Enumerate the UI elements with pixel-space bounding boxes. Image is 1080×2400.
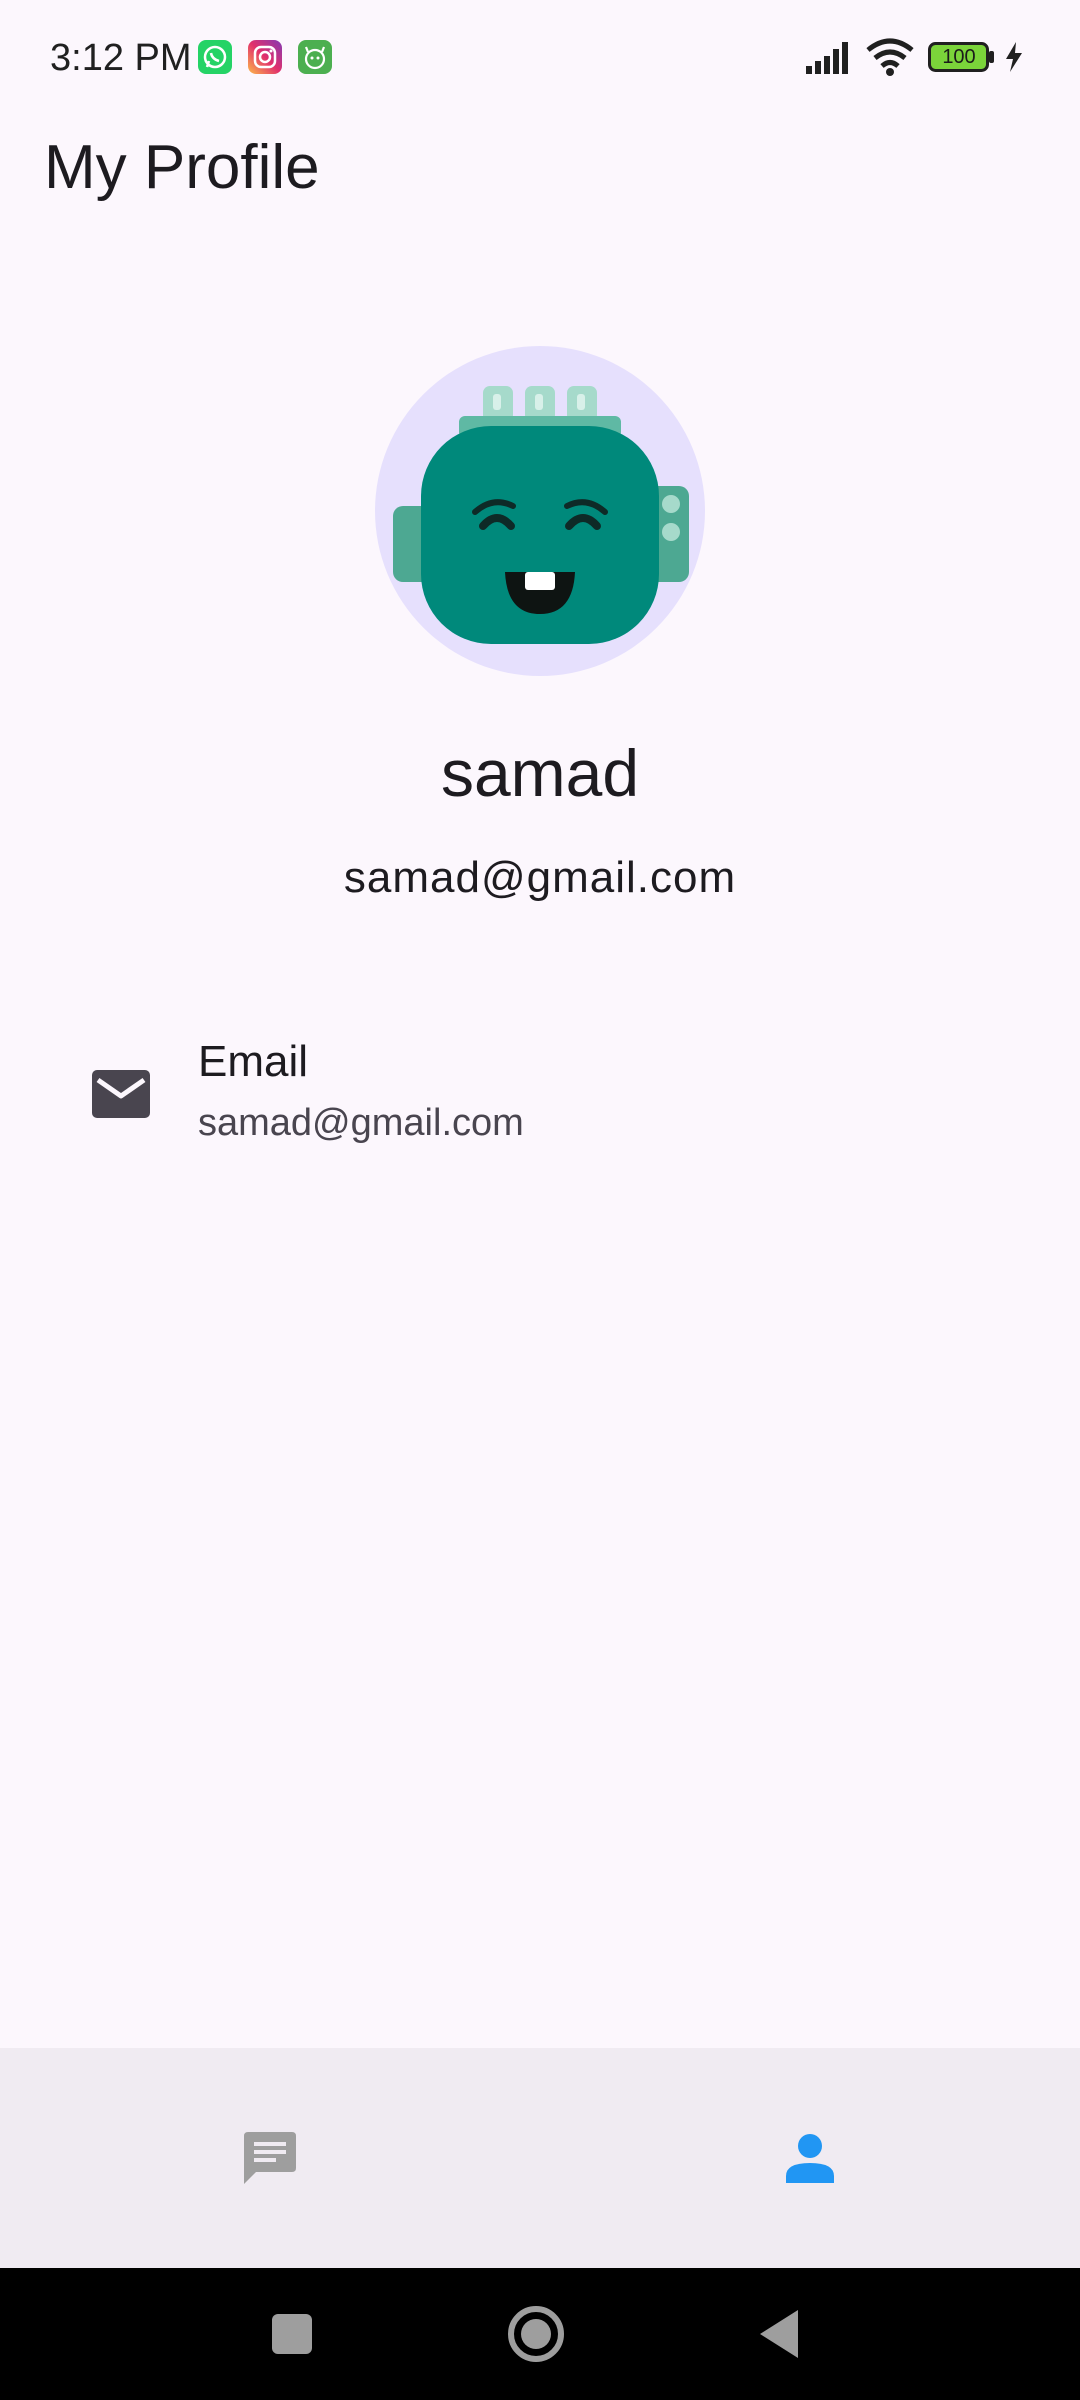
email-list-tile[interactable]: Email samad@gmail.com bbox=[0, 1022, 1080, 1172]
charging-icon bbox=[1004, 42, 1024, 77]
profile-email: samad@gmail.com bbox=[343, 853, 737, 902]
app-notification-icon bbox=[298, 40, 332, 74]
email-icon bbox=[92, 1070, 150, 1118]
home-icon bbox=[508, 2306, 564, 2362]
back-icon bbox=[760, 2310, 798, 2358]
chat-icon bbox=[244, 2132, 296, 2184]
instagram-icon bbox=[248, 40, 282, 74]
email-tile-value: samad@gmail.com bbox=[198, 1102, 524, 1144]
profile-name: samad bbox=[440, 736, 640, 810]
nav-item-profile[interactable] bbox=[540, 2048, 1080, 2268]
recents-icon bbox=[272, 2314, 312, 2354]
whatsapp-icon bbox=[198, 40, 232, 74]
back-button[interactable] bbox=[744, 2298, 816, 2370]
status-bar: 3:12 PM 100 bbox=[0, 0, 1080, 115]
page-title: My Profile bbox=[44, 133, 320, 202]
avatar[interactable] bbox=[375, 346, 705, 676]
wifi-icon bbox=[866, 38, 914, 81]
bottom-navigation bbox=[0, 2048, 1080, 2268]
system-navigation-bar bbox=[0, 2268, 1080, 2400]
signal-icon bbox=[804, 40, 854, 79]
nav-item-chats[interactable] bbox=[0, 2048, 540, 2268]
robot-avatar-icon bbox=[393, 386, 689, 644]
email-tile-title: Email bbox=[198, 1037, 309, 1086]
home-button[interactable] bbox=[500, 2298, 572, 2370]
recents-button[interactable] bbox=[256, 2298, 328, 2370]
status-time: 3:12 PM bbox=[50, 37, 192, 79]
battery-level: 100 bbox=[942, 46, 976, 68]
person-icon bbox=[786, 2134, 834, 2183]
